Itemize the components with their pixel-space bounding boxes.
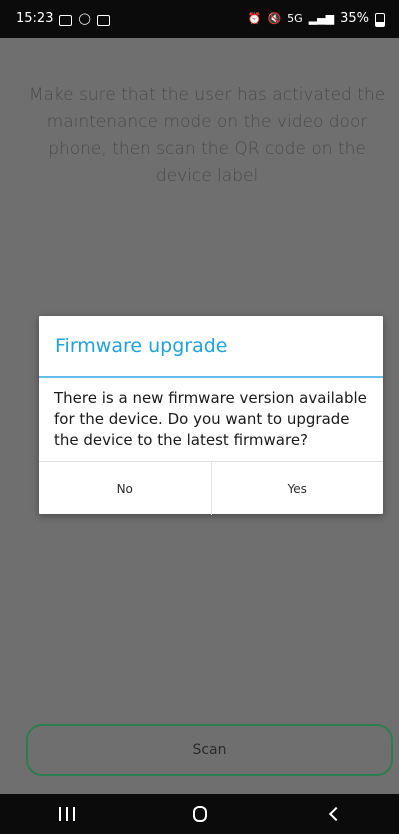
whatsapp-icon: ◯ [78, 12, 91, 25]
recent-apps-icon [58, 807, 75, 821]
app-screen: 15:23 ◯ ⏰ 🔇 5G ▂▄▆ 35% Make sure that th… [0, 0, 399, 834]
home-button[interactable] [170, 794, 230, 834]
scan-instruction-text: Make sure that the user has activated th… [28, 85, 386, 186]
dialog-title-divider [39, 376, 383, 378]
yes-button[interactable]: Yes [210, 462, 384, 515]
home-icon [192, 806, 207, 822]
mute-icon: 🔇 [267, 12, 282, 25]
battery-percent: 35% [340, 11, 369, 26]
back-icon [328, 806, 343, 822]
notification-icon [59, 14, 73, 26]
alarm-icon: ⏰ [247, 12, 262, 25]
signal-icon: ▂▄▆ [308, 12, 335, 25]
firmware-upgrade-dialog: Firmware upgrade There is a new firmware… [39, 316, 383, 515]
image-icon [96, 14, 110, 26]
dialog-button-row: No Yes [39, 461, 383, 515]
dialog-message: There is a new firmware version availabl… [54, 389, 367, 449]
navigation-bar [0, 794, 399, 834]
network-badge: 5G [287, 12, 303, 25]
scan-button[interactable]: Scan [26, 724, 393, 776]
battery-icon [375, 13, 385, 27]
dialog-title: Firmware upgrade [55, 335, 228, 357]
status-left-group: 15:23 ◯ [16, 0, 110, 38]
no-button[interactable]: No [39, 462, 211, 515]
status-time: 15:23 [16, 11, 54, 26]
status-right-group: ⏰ 🔇 5G ▂▄▆ 35% [248, 0, 385, 38]
status-bar: 15:23 ◯ ⏰ 🔇 5G ▂▄▆ 35% [0, 0, 399, 38]
recent-apps-button[interactable] [37, 794, 97, 834]
back-button[interactable] [303, 794, 363, 834]
